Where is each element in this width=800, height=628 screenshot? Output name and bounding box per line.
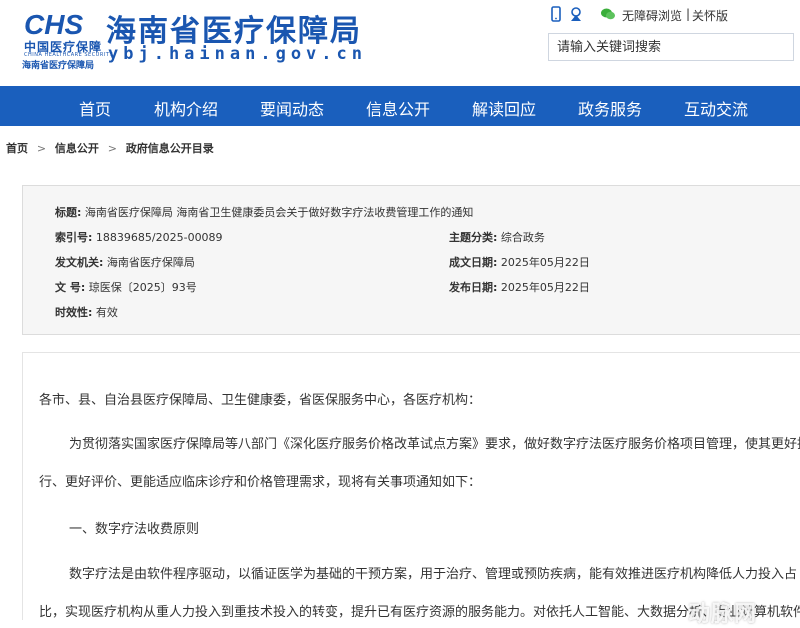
meta-category-label: 主题分类:	[449, 231, 498, 244]
meta-issuer-label: 发文机关:	[55, 256, 104, 269]
site-domain: ybj.hainan.gov.cn	[108, 44, 367, 64]
watermark-logo: 动脉网	[688, 602, 758, 627]
chs-logo-icon[interactable]: CHS	[22, 10, 100, 38]
nav-interaction[interactable]: 互动交流	[684, 96, 748, 120]
accessible-browse-link[interactable]: 无障碍浏览	[622, 7, 682, 24]
elderly-mode-link[interactable]: 关怀版	[692, 7, 728, 24]
meta-published-row: 发布日期: 2025年05月22日	[449, 279, 590, 295]
meta-docno-row: 文 号: 琼医保〔2025〕93号	[55, 279, 197, 295]
meta-validity-label: 时效性:	[55, 306, 93, 319]
meta-title-label: 标题:	[55, 206, 82, 219]
meta-published-label: 发布日期:	[449, 281, 498, 294]
meta-index-label: 索引号:	[55, 231, 93, 244]
mobile-phone-icon[interactable]	[548, 6, 564, 22]
meta-category-value: 综合政务	[500, 231, 545, 244]
meta-created-label: 成文日期:	[449, 256, 498, 269]
breadcrumb-info-open[interactable]: 信息公开	[55, 142, 99, 155]
nav-info-open[interactable]: 信息公开	[366, 96, 430, 120]
body-section-heading: 一、数字疗法收费原则	[69, 522, 200, 537]
breadcrumb-chevron-icon: >	[36, 142, 47, 155]
document-body: 各市、县、自治县医疗保障局、卫生健康委，省医保服务中心，各医疗机构： 为贯彻落实…	[22, 352, 800, 620]
search-input[interactable]	[548, 33, 794, 61]
meta-docno-label: 文 号:	[55, 281, 86, 294]
meta-issuer-value: 海南省医疗保障局	[106, 256, 195, 269]
meta-created-value: 2025年05月22日	[500, 256, 590, 269]
site-header: CHS 中国医疗保障 CHINA HEALTHCARE SECURITY 海南省…	[0, 0, 800, 86]
document-meta-box: 标题: 海南省医疗保障局 海南省卫生健康委员会关于做好数字疗法收费管理工作的通知…	[22, 185, 800, 335]
wechat-icon[interactable]	[600, 6, 616, 22]
nav-home[interactable]: 首页	[79, 96, 111, 120]
body-paragraph: 比，实现医疗机构从重人力投入到重技术投入的转变，提升已有医疗资源的服务能力。对依…	[39, 605, 800, 620]
nav-news[interactable]: 要闻动态	[260, 96, 324, 120]
meta-created-row: 成文日期: 2025年05月22日	[449, 254, 590, 270]
nav-about[interactable]: 机构介绍	[154, 96, 218, 120]
breadcrumb-catalog[interactable]: 政府信息公开目录	[126, 142, 214, 155]
body-paragraph: 为贯彻落实国家医疗保障局等八部门《深化医疗服务价格改革试点方案》要求，做好数字疗…	[69, 437, 800, 452]
breadcrumb: 首页 > 信息公开 > 政府信息公开目录	[6, 140, 219, 156]
meta-title-value: 海南省医疗保障局 海南省卫生健康委员会关于做好数字疗法收费管理工作的通知	[84, 206, 474, 219]
nav-gov-services[interactable]: 政务服务	[578, 96, 642, 120]
logo-bureau-text: 海南省医疗保障局	[22, 61, 95, 71]
meta-issuer-row: 发文机关: 海南省医疗保障局	[55, 254, 195, 270]
meta-published-value: 2025年05月22日	[500, 281, 590, 294]
breadcrumb-chevron-icon: >	[107, 142, 117, 155]
nav-interpretation[interactable]: 解读回应	[472, 96, 536, 120]
meta-validity-value: 有效	[95, 306, 118, 319]
meta-index-value: 18839685/2025-00089	[95, 231, 223, 244]
main-nav: 首页 机构介绍 要闻动态 信息公开 解读回应 政务服务 互动交流	[0, 86, 800, 126]
body-paragraph: 行、更好评价、更能适应临床诊疗和价格管理需求，现将有关事项通知如下：	[39, 475, 482, 490]
tools-separator: |	[686, 7, 691, 21]
svg-text:CHS: CHS	[24, 10, 83, 38]
body-salutation: 各市、县、自治县医疗保障局、卫生健康委，省医保服务中心，各医疗机构：	[39, 393, 482, 408]
meta-docno-value: 琼医保〔2025〕93号	[88, 281, 197, 294]
breadcrumb-home[interactable]: 首页	[6, 142, 28, 155]
meta-category-row: 主题分类: 综合政务	[449, 229, 545, 245]
meta-index-row: 索引号: 18839685/2025-00089	[55, 229, 223, 245]
body-paragraph: 数字疗法是由软件程序驱动，以循证医学为基础的干预方案，用于治疗、管理或预防疾病，…	[69, 567, 798, 582]
gov-service-icon[interactable]	[568, 6, 584, 22]
meta-title-row: 标题: 海南省医疗保障局 海南省卫生健康委员会关于做好数字疗法收费管理工作的通知	[55, 204, 473, 220]
meta-validity-row: 时效性: 有效	[55, 304, 118, 320]
